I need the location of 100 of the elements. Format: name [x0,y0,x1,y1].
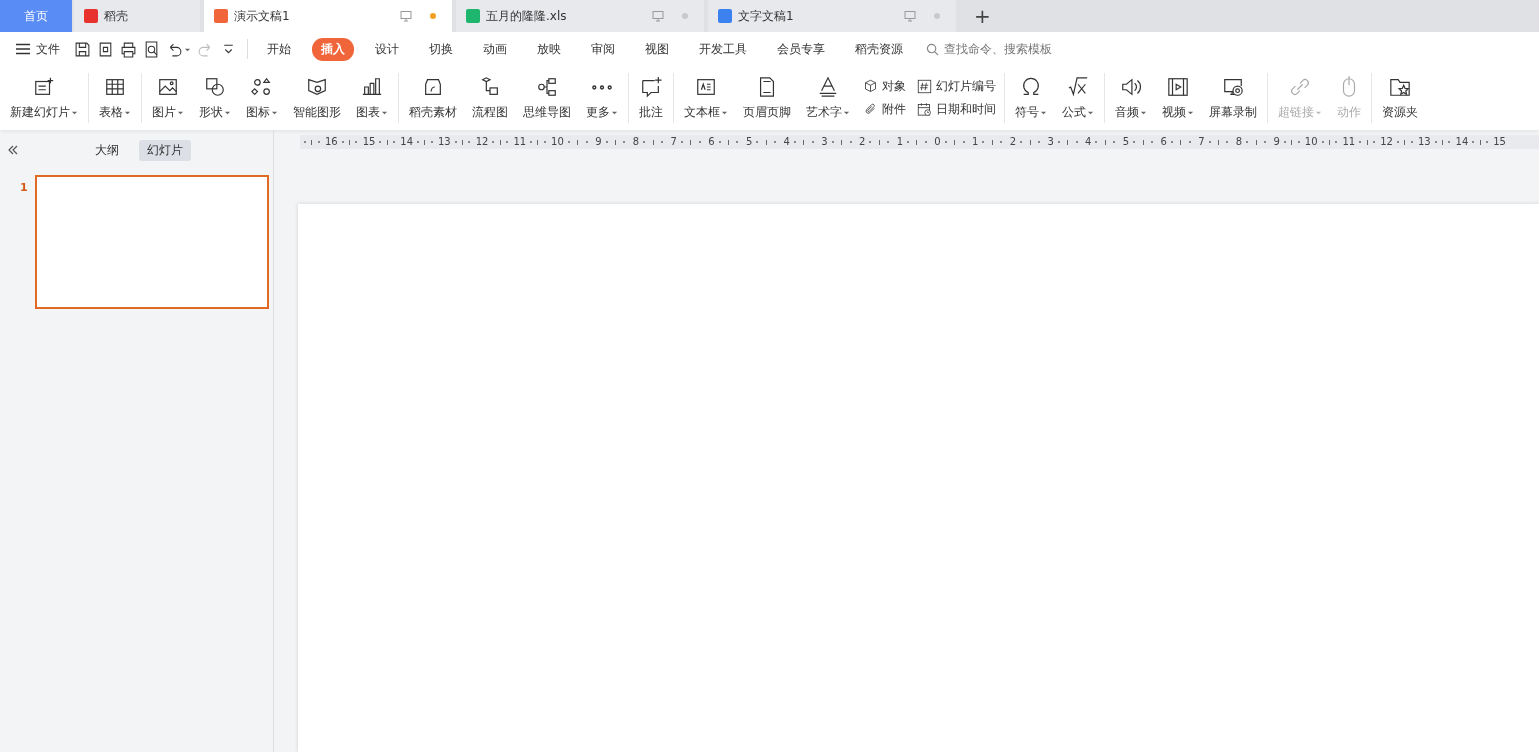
document-tab[interactable]: 文字文稿1 [708,0,956,32]
search-field[interactable]: 查找命令、搜索模板 [926,41,1106,57]
toolbar-button[interactable]: 图表 [352,73,392,123]
ruler-number: 8 [1235,136,1243,148]
ruler-number: 6 [708,136,715,148]
file-menu[interactable]: 文件 [16,40,60,58]
ribbon-tab[interactable]: 审阅 [582,37,624,61]
panel-tab[interactable]: 大纲 [87,139,127,161]
ruler-number: 12 [475,136,489,148]
new-tab-button[interactable]: + [974,4,991,28]
toolbar-button[interactable]: 幻灯片编号 [917,78,996,95]
toolbar-button[interactable]: 智能图形 [289,73,345,123]
ruler-number: 0 [934,136,941,148]
toolbar-button[interactable]: 屏幕录制 [1205,73,1261,123]
toolbar-button[interactable]: 批注 [635,73,667,123]
ruler-number: 13 [438,136,451,148]
slide-number: 1 [20,180,28,196]
cube-icon [863,79,878,94]
mind-map-icon [536,75,558,98]
word-art-icon [817,75,839,98]
collapse-icon[interactable] [7,144,19,156]
app-icon [84,9,98,23]
ribbon-tab[interactable]: 动画 [474,37,516,61]
ruler-number: 10 [1304,136,1318,148]
ruler-number: 16 [324,136,338,148]
toolbar-button[interactable]: 日期和时间 [917,101,996,118]
ribbon-tab[interactable]: 开发工具 [690,37,756,61]
app-icon [718,9,732,23]
ribbon-tab[interactable]: 稻壳资源 [846,37,912,61]
ruler-number: 14 [400,136,414,148]
ruler-number: 4 [1085,136,1092,148]
toolbar-button[interactable]: 文本框 [680,73,732,123]
omega-icon [1020,75,1042,98]
toolbar-button[interactable]: 更多 [582,73,622,123]
ruler-number: 9 [595,136,602,148]
ribbon-tab[interactable]: 切换 [420,37,462,61]
toolbar-button[interactable]: 图标 [242,73,282,123]
document-tab[interactable]: 五月的隆隆.xls [456,0,704,32]
calendar-icon [917,102,932,117]
ruler-number: 6 [1160,136,1167,148]
toolbar-button[interactable]: 流程图 [468,73,512,123]
toolbar-button[interactable]: 表格 [95,73,135,123]
toolbar-button[interactable]: 音频 [1111,73,1151,123]
chart-icon [361,75,383,98]
menu-icon [16,43,30,55]
ribbon-tab[interactable]: 视图 [636,37,678,61]
shapes-icon [204,75,226,98]
ruler-number: 7 [1198,136,1205,148]
ruler-number: 11 [1342,136,1356,148]
ruler-number: 15 [1493,136,1506,148]
app-icon [466,9,480,23]
app-icon [214,9,228,23]
print-icon[interactable] [120,40,137,58]
ruler-number: 3 [821,136,828,148]
toolbar-button[interactable]: 视频 [1158,73,1198,123]
ruler-number: 15 [362,136,376,148]
monitor-icon[interactable] [400,10,412,22]
toolbar-button[interactable]: 资源夹 [1378,73,1422,123]
flowchart-icon [479,75,501,98]
ruler-number: 4 [783,136,790,148]
ruler-number: 2 [1009,136,1017,148]
print-preview-icon[interactable] [143,40,160,58]
formula-icon [1067,75,1089,98]
toolbar-button[interactable]: 对象 [863,78,906,95]
toolbar-button[interactable]: 艺术字 [802,73,854,123]
toolbar-button[interactable]: 符号 [1011,73,1051,123]
comment-icon [640,75,662,98]
ruler-number: 1 [972,136,979,148]
ruler-number: 9 [1273,136,1280,148]
ruler-number: 10 [551,136,564,148]
ruler-number: 1 [896,136,903,148]
ribbon-tab[interactable]: 放映 [528,37,570,61]
new-slide-icon [33,75,55,98]
speaker-icon [1120,75,1142,98]
toolbar-button[interactable]: 公式 [1058,73,1098,123]
hash-icon [917,79,932,94]
toolbar-button[interactable]: 页眉页脚 [739,73,795,123]
ruler-number: 5 [745,136,753,148]
ribbon-tab[interactable]: 会员专享 [768,37,834,61]
document-tab[interactable]: 演示文稿1 [204,0,452,32]
toolbar-button[interactable]: 附件 [863,101,906,118]
panel-tab[interactable]: 幻灯片 [139,139,191,161]
ribbon-tab[interactable]: 设计 [366,37,408,61]
ruler-number: 13 [1417,136,1431,148]
ribbon-tab[interactable]: 开始 [258,37,300,61]
toolbar-button[interactable]: 形状 [195,73,235,123]
document-tab[interactable]: 稻壳 [74,0,200,32]
ruler-number: 14 [1455,136,1469,148]
ruler-number: 11 [513,136,527,148]
ruler-number: 5 [1122,136,1130,148]
video-icon [1167,75,1189,98]
toolbar-button[interactable]: 稻壳素材 [405,73,461,123]
toolbar-button[interactable]: 新建幻灯片 [6,73,82,123]
more-icon [591,83,613,91]
save-icon[interactable] [74,40,91,58]
toolbar-button[interactable]: 图片 [148,73,188,123]
slide-thumbnail[interactable] [34,175,269,309]
ruler-number: 2 [858,136,866,148]
ruler-number: 7 [670,136,677,148]
toolbar-button[interactable]: 思维导图 [519,73,575,123]
